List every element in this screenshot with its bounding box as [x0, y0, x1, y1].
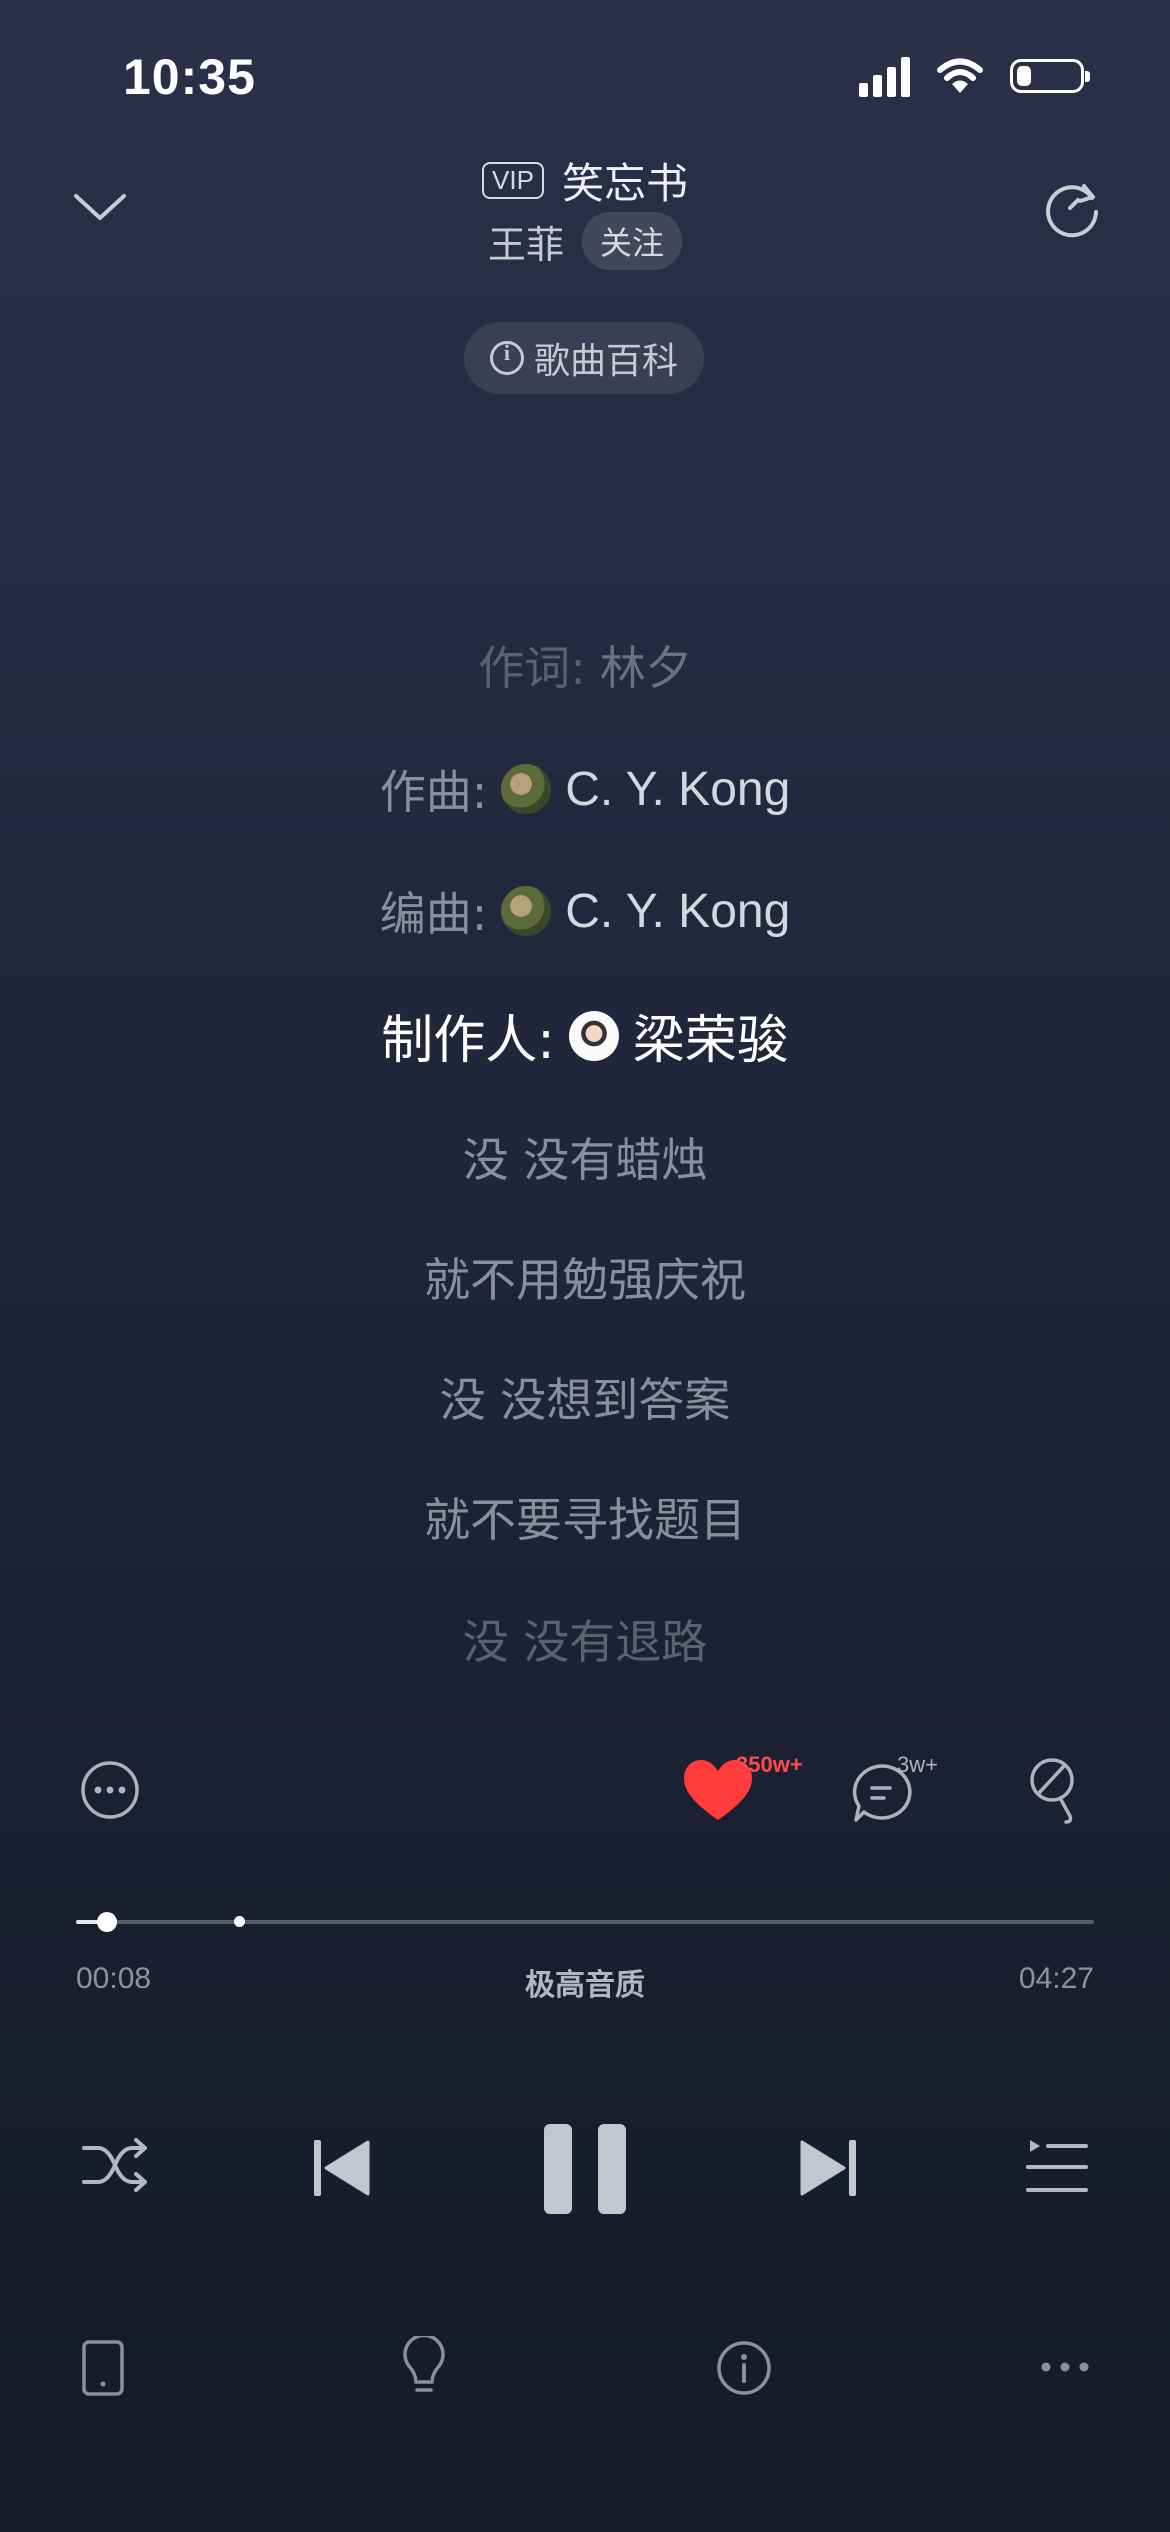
lyric-line[interactable]: 没 没有退路 — [0, 1606, 1170, 1672]
lyric-line[interactable]: 就不用勉强庆祝 — [0, 1244, 1170, 1310]
credit-label: 制作人: — [381, 1011, 555, 1071]
phone-device-icon[interactable] — [82, 2340, 124, 2396]
lyric-line[interactable]: 没 没想到答案 — [0, 1364, 1170, 1430]
like-count: 350w+ — [736, 1752, 803, 1777]
credit-value: C. Y. Kong — [565, 762, 791, 816]
credit-label: 作曲: — [379, 765, 488, 819]
more-circle-icon[interactable] — [80, 1760, 140, 1820]
audio-quality-button[interactable]: 极高音质 — [0, 1960, 1170, 2004]
credit-value: C. Y. Kong — [565, 884, 791, 938]
lyric-line-lyricist[interactable]: 作词: 林夕 — [0, 632, 1170, 698]
lightbulb-icon[interactable] — [400, 2336, 448, 2398]
lyric-line-arranger[interactable]: 编曲: C. Y. Kong — [0, 878, 1170, 944]
pause-icon[interactable] — [544, 2124, 626, 2214]
playlist-icon[interactable] — [1026, 2136, 1088, 2198]
credit-label: 作词: — [478, 641, 586, 695]
lyric-line-producer[interactable]: 制作人: 梁荣骏 — [0, 998, 1170, 1073]
credit-value: 梁荣骏 — [632, 1011, 789, 1071]
avatar — [501, 886, 552, 936]
artist-name[interactable]: 王菲 — [488, 214, 564, 269]
comment-count: 3w+ — [897, 1752, 938, 1777]
previous-icon[interactable] — [312, 2138, 372, 2198]
song-title: 笑忘书 — [561, 159, 688, 208]
info-icon — [489, 340, 524, 375]
total-time: 04:27 — [1018, 1962, 1094, 1995]
song-wiki-button[interactable]: 歌曲百科 — [464, 322, 704, 394]
follow-button[interactable]: 关注 — [582, 212, 683, 270]
info-icon[interactable] — [716, 2340, 772, 2396]
audio-quality-label: 极高音质 — [525, 1968, 645, 2003]
microphone-icon[interactable] — [1022, 1756, 1084, 1826]
lyric-line[interactable]: 没 没有蜡烛 — [0, 1124, 1170, 1190]
lyric-line-composer[interactable]: 作曲: C. Y. Kong — [0, 756, 1170, 822]
status-icons — [859, 55, 1090, 97]
wifi-icon — [937, 58, 983, 93]
status-time: 10:35 — [123, 49, 256, 105]
next-icon[interactable] — [798, 2138, 858, 2198]
avatar — [501, 764, 552, 814]
progress-knob[interactable] — [96, 1912, 117, 1932]
cellular-signal-icon — [859, 55, 910, 97]
song-wiki-label: 歌曲百科 — [533, 341, 678, 382]
lyric-line[interactable]: 就不要寻找题目 — [0, 1484, 1170, 1550]
buffer-marker — [233, 1916, 245, 1927]
refresh-icon[interactable] — [1042, 178, 1104, 240]
battery-icon — [1010, 59, 1090, 93]
progress-track[interactable] — [76, 1920, 1094, 1924]
song-title-row: VIP 笑忘书 — [0, 150, 1170, 211]
vip-badge: VIP — [482, 162, 544, 199]
credit-value: 林夕 — [599, 641, 692, 695]
shuffle-icon[interactable] — [80, 2130, 150, 2200]
credit-label: 编曲: — [379, 887, 488, 941]
more-horizontal-icon[interactable] — [1040, 2360, 1090, 2374]
avatar — [568, 1010, 619, 1061]
artist-row: 王菲 关注 — [0, 212, 1170, 270]
